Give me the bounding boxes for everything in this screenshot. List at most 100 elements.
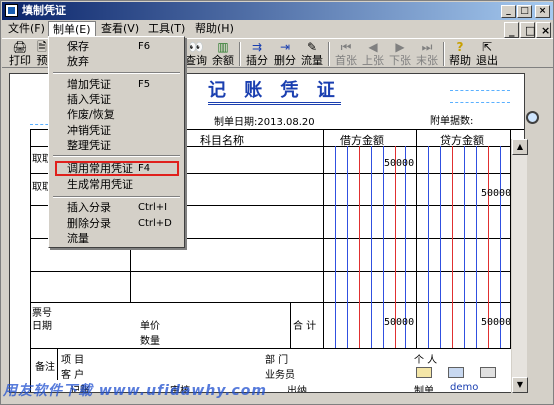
grid-line xyxy=(57,348,58,380)
mdi-minimize-button[interactable]: _ xyxy=(504,22,519,38)
watermark: 用友软件下载 www.ufidawhy.com xyxy=(3,383,267,399)
mdi-restore-button[interactable]: □ xyxy=(520,22,535,38)
grid-line xyxy=(30,271,524,272)
digit-line xyxy=(347,146,348,348)
menu-item-insert-entry[interactable]: 插入分录 Ctrl+I xyxy=(51,200,182,215)
menu-separator xyxy=(53,72,180,74)
unit-price-label: 单价 xyxy=(140,321,160,332)
last-voucher-button[interactable]: ⏭ 末张 xyxy=(414,40,440,68)
prev-voucher-button[interactable]: ◀ 上张 xyxy=(360,40,386,68)
query-button[interactable]: 👀 查询 xyxy=(183,40,209,68)
menu-item-void-restore[interactable]: 作废/恢复 xyxy=(51,107,182,122)
menu-help[interactable]: 帮助(H) xyxy=(191,21,238,37)
first-voucher-button[interactable]: ⏮ 首张 xyxy=(333,40,359,68)
next-voucher-button[interactable]: ▶ 下张 xyxy=(387,40,413,68)
flow-icon: ✎ xyxy=(306,40,318,54)
attachment-count-label: 附单据数: xyxy=(430,116,474,127)
customer-label: 客 户 xyxy=(61,370,85,381)
digit-line xyxy=(440,146,441,348)
column-header-credit: 贷方金额 xyxy=(440,134,484,147)
voucher-title: 记 账 凭 证 xyxy=(208,80,341,105)
row-credit-amount[interactable]: 50000 xyxy=(481,188,511,199)
grid-line xyxy=(30,302,524,303)
voucher-menu-dropdown: 保存 F6 放弃 增加凭证 F5 插入凭证 作废/恢复 冲销凭证 整理凭证 调用常用… xyxy=(48,36,185,248)
flow-button[interactable]: ✎ 流量 xyxy=(299,40,325,68)
toolbar-separator xyxy=(239,42,241,66)
prev-icon: ◀ xyxy=(368,40,378,54)
grid-line xyxy=(30,348,524,349)
date-label: 日期 xyxy=(32,321,52,332)
digit-line xyxy=(359,146,360,348)
menu-voucher[interactable]: 制单(E) xyxy=(48,21,96,37)
dashed-line xyxy=(450,102,510,103)
balance-button[interactable]: ▥ 余额 xyxy=(210,40,236,68)
insert-split-button[interactable]: ⇉ 插分 xyxy=(244,40,270,68)
mdi-close-button[interactable]: × xyxy=(536,22,551,38)
menu-item-save[interactable]: 保存 F6 xyxy=(51,39,182,54)
row-debit-amount[interactable]: 50000 xyxy=(384,158,414,169)
remark-label: 备注 xyxy=(35,362,55,373)
app-window: 填制凭证 _ □ × 文件(F) 制单(E) 查看(V) 工具(T) 帮助(H)… xyxy=(0,0,554,405)
preparer-name: demo xyxy=(450,382,479,393)
menu-item-add-voucher[interactable]: 增加凭证 F5 xyxy=(51,77,182,92)
menu-view[interactable]: 查看(V) xyxy=(97,21,143,37)
cashier-label: 出纳 xyxy=(287,386,307,393)
digit-line xyxy=(371,146,372,348)
menu-item-insert-voucher[interactable]: 插入凭证 xyxy=(51,92,182,107)
delete-split-button[interactable]: ⇥ 删分 xyxy=(272,40,298,68)
digit-line xyxy=(428,146,429,348)
print-button[interactable]: 🖨 打印 xyxy=(6,40,34,68)
printer-icon: 🖨 xyxy=(12,40,28,54)
menu-item-discard[interactable]: 放弃 xyxy=(51,54,182,69)
column-header-debit: 借方金额 xyxy=(340,134,384,147)
grid-line xyxy=(416,129,417,348)
delete-split-icon: ⇥ xyxy=(279,40,291,54)
menu-item-reverse-voucher[interactable]: 冲销凭证 xyxy=(51,123,182,138)
total-debit-amount: 50000 xyxy=(384,317,415,328)
menu-tools[interactable]: 工具(T) xyxy=(144,21,189,37)
exit-button[interactable]: ⇱ 退出 xyxy=(474,40,500,68)
voucher-date: 制单日期:2013.08.20 xyxy=(214,117,315,128)
window-title: 填制凭证 xyxy=(22,4,66,17)
toolbar-separator xyxy=(443,42,445,66)
dashed-line xyxy=(450,90,510,91)
card-icon[interactable] xyxy=(480,367,496,378)
grid-line xyxy=(323,129,324,348)
menu-file[interactable]: 文件(F) xyxy=(4,21,49,37)
menu-item-flow[interactable]: 流量 xyxy=(51,231,182,246)
menu-item-organize-voucher[interactable]: 整理凭证 xyxy=(51,138,182,153)
insert-split-icon: ⇉ xyxy=(251,40,263,54)
scroll-down-button[interactable]: ▼ xyxy=(512,377,528,393)
balance-chart-icon: ▥ xyxy=(217,40,229,54)
card-icon[interactable] xyxy=(416,367,432,378)
help-icon: ? xyxy=(456,40,464,54)
menu-item-delete-entry[interactable]: 删除分录 Ctrl+D xyxy=(51,216,182,231)
help-button[interactable]: ? 帮助 xyxy=(447,40,473,68)
digit-line xyxy=(464,146,465,348)
toolbar-separator xyxy=(328,42,330,66)
menu-item-call-common-voucher[interactable]: 调用常用凭证 F4 xyxy=(55,161,179,176)
close-button[interactable]: × xyxy=(535,5,550,18)
first-icon: ⏮ xyxy=(340,40,352,54)
digit-line xyxy=(335,146,336,348)
vertical-scrollbar[interactable]: ▲ ▼ xyxy=(511,139,528,393)
app-icon xyxy=(5,4,18,17)
department-label: 部 门 xyxy=(265,355,289,366)
exit-icon: ⇱ xyxy=(481,40,493,54)
last-icon: ⏭ xyxy=(421,40,433,54)
card-icon[interactable] xyxy=(448,367,464,378)
binoculars-icon: 👀 xyxy=(188,40,204,54)
maximize-button[interactable]: □ xyxy=(517,5,532,18)
menu-separator xyxy=(53,196,180,198)
digit-line xyxy=(476,146,477,348)
project-label: 项 目 xyxy=(61,355,85,366)
total-credit-amount: 50000 xyxy=(481,317,512,328)
magnifier-icon[interactable] xyxy=(526,111,539,124)
scroll-up-button[interactable]: ▲ xyxy=(512,139,528,155)
menu-item-generate-common-voucher[interactable]: 生成常用凭证 xyxy=(51,177,182,192)
digit-line xyxy=(452,146,453,348)
column-header-subject: 科目名称 xyxy=(200,134,244,147)
minimize-button[interactable]: _ xyxy=(501,5,516,18)
person-label: 个 人 xyxy=(414,355,438,366)
grid-line xyxy=(290,302,291,348)
